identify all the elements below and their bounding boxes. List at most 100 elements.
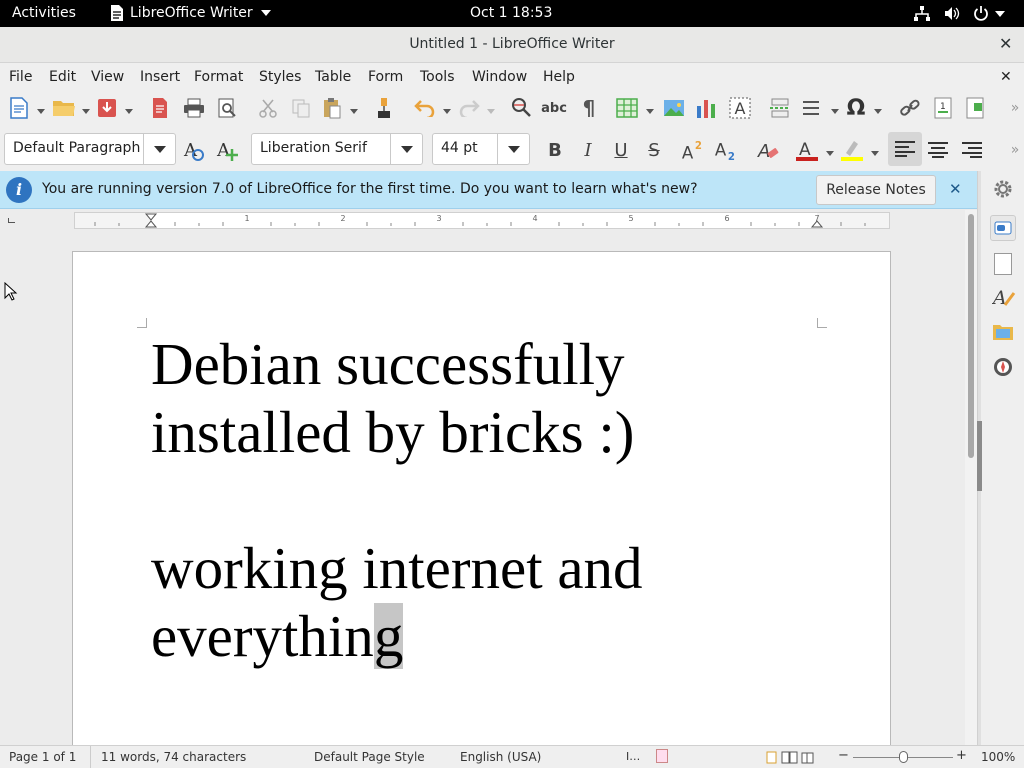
document-modified-icon[interactable]	[656, 749, 668, 763]
close-infobar-icon[interactable]: ✕	[949, 180, 962, 198]
menu-insert[interactable]: Insert	[140, 69, 180, 85]
tab-stop-selector-icon[interactable]	[8, 218, 15, 223]
menu-window[interactable]: Window	[472, 69, 527, 85]
menu-edit[interactable]: Edit	[49, 69, 76, 85]
volume-icon[interactable]	[944, 6, 960, 21]
menu-form[interactable]: Form	[368, 69, 403, 85]
strikethrough-button[interactable]: S	[642, 138, 666, 162]
insert-hyperlink-icon[interactable]	[898, 96, 922, 120]
toolbar-overflow-icon[interactable]: »	[1003, 96, 1024, 120]
paste-icon[interactable]	[320, 96, 344, 120]
subscript-icon[interactable]: A2	[714, 138, 738, 162]
redo-dropdown-icon[interactable]	[487, 109, 495, 114]
paragraph-style-select[interactable]: Default Paragraph	[4, 133, 176, 165]
insert-table-icon[interactable]	[615, 96, 639, 120]
font-name-select[interactable]: Liberation Serif	[251, 133, 423, 165]
sidebar-settings-gear-icon[interactable]	[992, 178, 1016, 202]
scrollbar-thumb[interactable]	[968, 214, 974, 458]
sidebar-page-icon[interactable]	[994, 253, 1012, 275]
redo-icon[interactable]	[457, 96, 481, 120]
spelling-icon[interactable]: abc	[541, 96, 567, 120]
bold-button[interactable]: B	[543, 138, 567, 162]
save-dropdown-icon[interactable]	[125, 109, 133, 114]
insert-image-icon[interactable]	[662, 96, 686, 120]
paste-dropdown-icon[interactable]	[350, 109, 358, 114]
clear-formatting-icon[interactable]: A	[757, 138, 781, 162]
sidebar-properties-button[interactable]	[990, 215, 1016, 241]
formatting-marks-icon[interactable]: ¶	[577, 96, 601, 120]
window-close-icon[interactable]: ✕	[999, 34, 1012, 53]
sidebar-collapse-handle[interactable]	[977, 421, 982, 491]
zoom-slider-thumb[interactable]	[899, 751, 908, 763]
save-icon[interactable]	[95, 96, 119, 120]
highlight-color-icon[interactable]	[840, 138, 864, 162]
italic-button[interactable]: I	[576, 138, 600, 162]
zoom-level[interactable]: 100%	[981, 750, 1015, 764]
toolbar-overflow-icon[interactable]: »	[1003, 138, 1024, 162]
power-icon[interactable]	[973, 5, 989, 21]
release-notes-button[interactable]: Release Notes	[816, 175, 936, 205]
insert-field-icon[interactable]	[800, 96, 824, 120]
special-character-dropdown-icon[interactable]	[874, 109, 882, 114]
table-dropdown-icon[interactable]	[646, 109, 654, 114]
vertical-scrollbar[interactable]	[965, 210, 977, 745]
new-dropdown-icon[interactable]	[37, 109, 45, 114]
menu-view[interactable]: View	[91, 69, 124, 85]
print-icon[interactable]	[182, 96, 206, 120]
app-menu[interactable]: LibreOffice Writer	[110, 5, 271, 21]
highlight-dropdown-icon[interactable]	[871, 151, 879, 156]
insert-textbox-icon[interactable]: A	[728, 96, 752, 120]
undo-icon[interactable]	[413, 96, 437, 120]
network-icon[interactable]	[914, 6, 930, 21]
horizontal-ruler[interactable]: 1234567	[74, 212, 890, 229]
underline-button[interactable]: U	[609, 138, 633, 162]
align-right-icon[interactable]	[960, 138, 984, 162]
activities-button[interactable]: Activities	[12, 5, 76, 21]
find-replace-icon[interactable]	[510, 96, 534, 120]
sidebar-styles-icon[interactable]: A	[991, 285, 1016, 313]
insert-footnote-icon[interactable]: 1	[931, 96, 955, 120]
field-dropdown-icon[interactable]	[831, 109, 839, 114]
special-character-icon[interactable]: Ω	[844, 96, 868, 121]
insert-chart-icon[interactable]	[694, 96, 718, 120]
clone-formatting-icon[interactable]	[373, 96, 397, 120]
font-color-dropdown-icon[interactable]	[826, 151, 834, 156]
open-folder-icon[interactable]	[52, 96, 76, 120]
document-text-line[interactable]: Debian successfully	[151, 330, 625, 398]
document-text-line[interactable]: everything	[151, 602, 404, 670]
font-size-select[interactable]: 44 pt	[432, 133, 530, 165]
menu-styles[interactable]: Styles	[259, 69, 301, 85]
undo-dropdown-icon[interactable]	[443, 109, 451, 114]
sidebar-gallery-icon[interactable]	[992, 322, 1014, 346]
menu-table[interactable]: Table	[315, 69, 351, 85]
font-color-icon[interactable]: A	[795, 138, 819, 162]
sidebar-navigator-icon[interactable]	[993, 357, 1013, 381]
export-pdf-icon[interactable]	[148, 96, 172, 120]
new-style-icon[interactable]: A	[215, 138, 239, 162]
text-language[interactable]: English (USA)	[460, 750, 541, 764]
update-style-icon[interactable]: A	[182, 138, 206, 162]
clock[interactable]: Oct 1 18:53	[470, 5, 552, 21]
page-count[interactable]: Page 1 of 1	[9, 750, 76, 764]
align-center-icon[interactable]	[926, 138, 950, 162]
insert-page-break-icon[interactable]	[768, 96, 792, 120]
print-preview-icon[interactable]	[215, 96, 239, 120]
zoom-in-icon[interactable]: +	[956, 748, 967, 763]
document-area[interactable]: Debian successfully installed by bricks …	[0, 230, 965, 745]
page-style[interactable]: Default Page Style	[314, 750, 425, 764]
document-page[interactable]: Debian successfully installed by bricks …	[72, 251, 891, 745]
chevron-down-icon[interactable]	[390, 134, 422, 164]
align-left-button[interactable]	[888, 132, 922, 166]
word-count[interactable]: 11 words, 74 characters	[101, 750, 246, 764]
new-document-icon[interactable]	[7, 96, 31, 120]
chevron-down-icon[interactable]	[497, 134, 529, 164]
close-document-icon[interactable]: ✕	[1000, 69, 1012, 85]
menu-help[interactable]: Help	[543, 69, 575, 85]
document-text-line[interactable]: installed by bricks :)	[151, 398, 634, 466]
open-dropdown-icon[interactable]	[82, 109, 90, 114]
superscript-icon[interactable]: A2	[681, 138, 705, 162]
insert-mode-icon[interactable]: I…	[626, 750, 640, 763]
insert-comment-icon[interactable]	[963, 96, 987, 120]
zoom-out-icon[interactable]: −	[838, 748, 849, 763]
menu-file[interactable]: File	[9, 69, 32, 85]
